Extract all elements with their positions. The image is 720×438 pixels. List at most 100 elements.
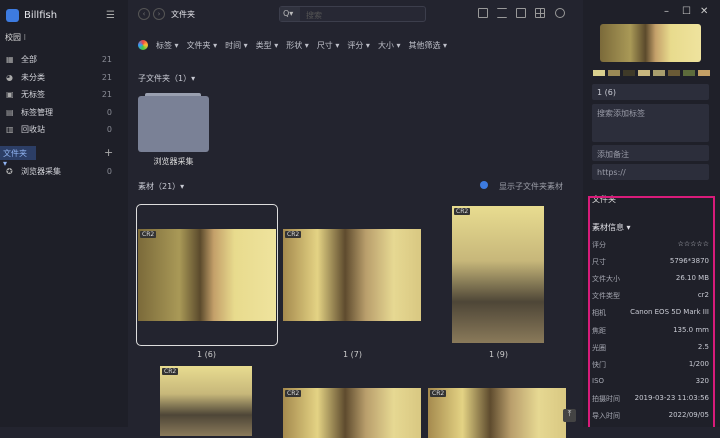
- add-folder-button[interactable]: +: [104, 146, 113, 159]
- filter-filesize[interactable]: 大小 ▾: [378, 40, 401, 51]
- format-badge: CR2: [285, 231, 302, 238]
- info-key: ISO: [592, 376, 605, 385]
- material-thumbnail[interactable]: CR2: [283, 229, 421, 321]
- material-thumbnail[interactable]: CR2: [283, 388, 421, 438]
- materials-header[interactable]: 素材（21）▾: [138, 181, 184, 192]
- info-row: 导入时间 2022/09/05: [592, 411, 709, 423]
- format-badge: CR2: [285, 390, 302, 397]
- subfolder-thumbnail[interactable]: [138, 96, 209, 152]
- pie-icon: ◕: [6, 73, 13, 82]
- format-badge: CR2: [454, 208, 471, 215]
- back-button[interactable]: ‹: [138, 8, 150, 20]
- info-value: 2.5: [697, 342, 709, 351]
- info-value: cr2: [697, 291, 709, 300]
- info-header[interactable]: 素材信息 ▾: [592, 222, 631, 233]
- menu-icon[interactable]: ☰: [106, 10, 115, 21]
- material-thumbnail[interactable]: CR2: [452, 206, 544, 343]
- info-value: 2019-03-23 11:03:56: [634, 393, 709, 402]
- info-row: 拍摄时间 2019-03-23 11:03:56: [592, 394, 709, 406]
- filter-shape[interactable]: 形状 ▾: [286, 40, 309, 51]
- info-row: 光圈 2.5: [592, 343, 709, 355]
- tag-off-icon: ▣: [6, 90, 14, 99]
- tags-input[interactable]: 搜索添加标签: [592, 104, 709, 142]
- filter-time[interactable]: 时间 ▾: [225, 40, 248, 51]
- note-input[interactable]: 添加备注: [592, 145, 709, 161]
- maximize-button[interactable]: ☐: [682, 6, 691, 17]
- name-field[interactable]: 1 (6): [592, 84, 709, 100]
- sidebar-item-untagged[interactable]: ▣ 无标签 21: [0, 86, 128, 103]
- color-swatch[interactable]: [683, 70, 695, 76]
- filter-size[interactable]: 尺寸 ▾: [317, 40, 340, 51]
- sidebar-item-uncategorized[interactable]: ◕ 未分类 21: [0, 69, 128, 86]
- material-thumbnail[interactable]: CR2: [160, 366, 252, 436]
- format-badge: CR2: [430, 390, 447, 397]
- color-swatch[interactable]: [668, 70, 680, 76]
- material-name: 1 (7): [343, 350, 362, 359]
- info-key: 光圈: [592, 343, 606, 352]
- preview-image[interactable]: [600, 24, 701, 62]
- info-row: 文件类型 cr2: [592, 291, 709, 303]
- info-value: 135.0 mm: [673, 325, 709, 334]
- show-subfolder-checkbox[interactable]: [480, 181, 488, 189]
- color-swatch[interactable]: [698, 70, 710, 76]
- color-swatch[interactable]: [653, 70, 665, 76]
- material-name: 1 (6): [197, 350, 216, 359]
- info-value: 2022/09/05: [668, 411, 709, 419]
- info-key: 评分: [592, 241, 606, 249]
- info-key: 焦距: [592, 326, 606, 335]
- filter-folder[interactable]: 文件夹 ▾: [187, 40, 218, 51]
- folders-header[interactable]: 文件夹 ▾: [0, 146, 36, 168]
- grid-icon: ▦: [6, 55, 14, 64]
- show-subfolder-label: 显示子文件夹素材: [499, 182, 563, 191]
- info-key: 导入时间: [592, 412, 620, 420]
- search-mode-dropdown[interactable]: Q▾: [280, 7, 300, 21]
- info-value: Canon EOS 5D Mark III: [630, 308, 709, 317]
- info-row: 评分 ☆☆☆☆☆: [592, 240, 709, 252]
- trash-icon: ▥: [6, 125, 14, 134]
- globe-icon: ✪: [6, 167, 13, 176]
- sort-icon[interactable]: [497, 8, 507, 18]
- material-name: 1 (9): [489, 350, 508, 359]
- info-row: ISO 320: [592, 377, 709, 389]
- panel-toggle-icon[interactable]: [478, 8, 488, 18]
- info-row: 快门 1/200: [592, 360, 709, 372]
- info-row: 焦距 135.0 mm: [592, 326, 709, 338]
- library-switcher[interactable]: 校园 ⁝: [5, 32, 26, 43]
- color-swatch[interactable]: [638, 70, 650, 76]
- minimize-button[interactable]: –: [664, 6, 669, 17]
- sidebar-folder-browser-collect[interactable]: ✪ 浏览器采集 0: [0, 163, 128, 180]
- color-swatch[interactable]: [593, 70, 605, 76]
- filter-type[interactable]: 类型 ▾: [256, 40, 279, 51]
- sidebar-item-tag-manage[interactable]: ▤ 标签管理 0: [0, 104, 128, 121]
- info-value: 26.10 MB: [675, 274, 709, 283]
- filter-rating[interactable]: 评分 ▾: [347, 40, 370, 51]
- subfolders-header[interactable]: 子文件夹（1）▾: [138, 73, 195, 84]
- filter-tag[interactable]: 标签 ▾: [156, 40, 179, 51]
- back-to-top-button[interactable]: ⤒: [563, 409, 576, 422]
- forward-button[interactable]: ›: [153, 8, 165, 20]
- sidebar-item-trash[interactable]: ▥ 回收站 0: [0, 121, 128, 138]
- sidebar: Billfish ☰ 校园 ⁝ ▦ 全部 21 ◕ 未分类 21 ▣ 无标签 21 ▤ 标签管…: [0, 0, 128, 427]
- info-value[interactable]: ☆☆☆☆☆: [678, 240, 709, 252]
- material-thumbnail[interactable]: CR2: [428, 388, 566, 438]
- info-key: 快门: [592, 360, 606, 369]
- color-swatch[interactable]: [608, 70, 620, 76]
- monitor-icon[interactable]: [516, 8, 526, 18]
- grid-view-icon[interactable]: [535, 8, 545, 18]
- material-thumbnail[interactable]: CR2: [138, 229, 276, 321]
- subfolder-name: 浏览器采集: [153, 157, 194, 166]
- search-input[interactable]: Q▾ 搜索: [279, 6, 426, 22]
- info-key: 文件大小: [592, 275, 620, 284]
- format-badge: CR2: [140, 231, 157, 238]
- url-input[interactable]: https://: [592, 164, 709, 180]
- info-row: 文件大小 26.10 MB: [592, 274, 709, 286]
- filter-other[interactable]: 其他筛选 ▾: [409, 40, 448, 51]
- color-swatch[interactable]: [623, 70, 635, 76]
- layout-icon[interactable]: [555, 8, 565, 18]
- color-filter-icon[interactable]: [138, 40, 148, 50]
- close-button[interactable]: ✕: [700, 6, 708, 17]
- info-value: 5796*3870: [669, 257, 709, 266]
- billfish-logo: [6, 9, 19, 22]
- sidebar-item-all[interactable]: ▦ 全部 21: [0, 51, 128, 68]
- info-key: 拍摄时间: [592, 394, 620, 403]
